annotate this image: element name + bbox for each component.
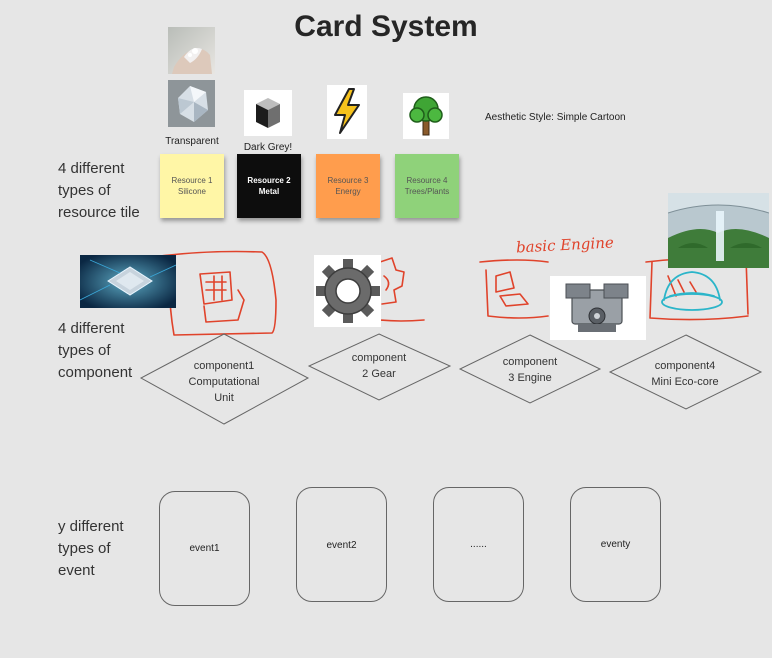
component2-label: component 2 Gear (351, 352, 407, 380)
component1-label: component1 Computational Unit (188, 360, 260, 404)
event-card-label: ...... (470, 539, 487, 550)
event-card-label: event2 (326, 540, 357, 551)
event-card-2[interactable]: event2 (296, 487, 387, 602)
event-card-label: eventy (600, 539, 631, 550)
component4-label: component4 Mini Eco-core (651, 360, 719, 388)
event-card-label: event1 (189, 543, 220, 554)
component3-label: component 3 Engine (502, 356, 558, 384)
event-card-1[interactable]: event1 (159, 491, 250, 606)
event-card-ellipsis[interactable]: ...... (433, 487, 524, 602)
event-card-y[interactable]: eventy (570, 487, 661, 602)
